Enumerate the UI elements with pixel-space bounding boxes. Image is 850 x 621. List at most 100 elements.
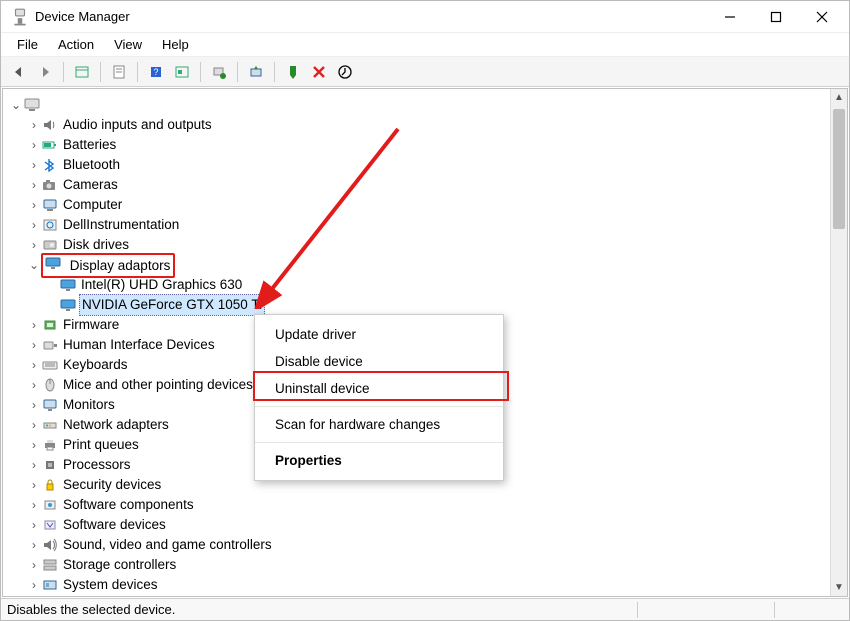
tree-category[interactable]: › Computer: [9, 195, 845, 215]
category-icon: [41, 537, 59, 553]
expand-icon[interactable]: ›: [27, 235, 41, 255]
context-uninstall-device[interactable]: Uninstall device: [255, 375, 503, 402]
expand-icon[interactable]: ›: [27, 575, 41, 595]
expand-icon[interactable]: ›: [27, 375, 41, 395]
tree-category-label: Processors: [61, 455, 133, 475]
expand-icon[interactable]: ›: [27, 435, 41, 455]
expand-icon[interactable]: ›: [27, 555, 41, 575]
expand-icon[interactable]: ›: [27, 475, 41, 495]
tree-device-label: NVIDIA GeForce GTX 1050 Ti: [79, 294, 265, 316]
expand-icon[interactable]: ›: [27, 595, 41, 597]
tree-category-label: Software components: [61, 495, 196, 515]
tree-category[interactable]: › Universal Serial Bus controllers: [9, 595, 845, 597]
tree-category-label: Bluetooth: [61, 155, 122, 175]
update-driver-button[interactable]: [244, 60, 268, 84]
tree-category-label: Display adaptors: [68, 258, 173, 273]
tree-category[interactable]: › Software components: [9, 495, 845, 515]
category-icon: [41, 377, 59, 393]
expand-icon[interactable]: ›: [27, 415, 41, 435]
maximize-button[interactable]: [753, 1, 799, 33]
back-button[interactable]: [7, 60, 31, 84]
tree-category-label: System devices: [61, 575, 160, 595]
statusbar: Disables the selected device.: [1, 598, 849, 620]
tree-category[interactable]: › Storage controllers: [9, 555, 845, 575]
vertical-scrollbar[interactable]: ▲ ▼: [830, 89, 847, 596]
expand-icon[interactable]: ›: [27, 355, 41, 375]
expand-icon[interactable]: ›: [27, 135, 41, 155]
tree-category[interactable]: › System devices: [9, 575, 845, 595]
category-icon: [44, 255, 62, 271]
app-icon: [11, 8, 29, 26]
menu-file[interactable]: File: [7, 35, 48, 54]
show-hidden-button[interactable]: [70, 60, 94, 84]
minimize-button[interactable]: [707, 1, 753, 33]
disable-device-button[interactable]: [333, 60, 357, 84]
collapse-icon[interactable]: ⌄: [27, 255, 41, 275]
tree-category[interactable]: › Cameras: [9, 175, 845, 195]
properties-button[interactable]: [107, 60, 131, 84]
scroll-thumb[interactable]: [833, 109, 845, 229]
toolbar-separator: [274, 62, 275, 82]
titlebar: Device Manager: [1, 1, 849, 33]
expand-icon[interactable]: ›: [27, 215, 41, 235]
context-separator: [255, 406, 503, 407]
expand-icon[interactable]: ›: [27, 195, 41, 215]
scroll-down-icon[interactable]: ▼: [831, 579, 847, 596]
tree-category-label: Print queues: [61, 435, 141, 455]
category-icon: [41, 197, 59, 213]
collapse-icon[interactable]: ⌄: [9, 95, 23, 115]
tree-device[interactable]: Intel(R) UHD Graphics 630: [9, 275, 845, 295]
tree-device[interactable]: NVIDIA GeForce GTX 1050 Ti: [9, 295, 845, 315]
tree-category[interactable]: › Audio inputs and outputs: [9, 115, 845, 135]
expand-icon[interactable]: ›: [27, 315, 41, 335]
tree-category-label: Software devices: [61, 515, 168, 535]
tree-device-label: Intel(R) UHD Graphics 630: [79, 275, 244, 295]
category-icon: [41, 497, 59, 513]
tree-category-label: Firmware: [61, 315, 121, 335]
category-icon: [41, 117, 59, 133]
context-update-driver[interactable]: Update driver: [255, 321, 503, 348]
scan-hardware-button[interactable]: [207, 60, 231, 84]
display-adapter-icon: [59, 297, 77, 313]
context-disable-device[interactable]: Disable device: [255, 348, 503, 375]
toolbar: ?: [1, 57, 849, 87]
category-icon: [41, 137, 59, 153]
expand-icon[interactable]: ›: [27, 535, 41, 555]
device-manager-window: Device Manager File Action View Help ?: [0, 0, 850, 621]
scroll-up-icon[interactable]: ▲: [831, 89, 847, 106]
expand-icon[interactable]: ›: [27, 115, 41, 135]
tree-category[interactable]: › Software devices: [9, 515, 845, 535]
expand-icon[interactable]: ›: [27, 335, 41, 355]
expand-icon[interactable]: ›: [27, 155, 41, 175]
tree-category[interactable]: › Batteries: [9, 135, 845, 155]
uninstall-device-button[interactable]: [307, 60, 331, 84]
menu-view[interactable]: View: [104, 35, 152, 54]
context-scan-hardware[interactable]: Scan for hardware changes: [255, 411, 503, 438]
tree-category[interactable]: › Sound, video and game controllers: [9, 535, 845, 555]
display-adapter-icon: [59, 277, 77, 293]
category-icon: [41, 337, 59, 353]
menu-help[interactable]: Help: [152, 35, 199, 54]
expand-icon[interactable]: ›: [27, 455, 41, 475]
expand-icon[interactable]: ›: [27, 495, 41, 515]
tree-root[interactable]: ⌄: [9, 95, 845, 115]
enable-device-button[interactable]: [281, 60, 305, 84]
action-button[interactable]: [170, 60, 194, 84]
tree-category-label: Audio inputs and outputs: [61, 115, 214, 135]
tree-category[interactable]: › Bluetooth: [9, 155, 845, 175]
expand-icon[interactable]: ›: [27, 515, 41, 535]
close-button[interactable]: [799, 1, 845, 33]
context-properties[interactable]: Properties: [255, 447, 503, 474]
expand-icon[interactable]: ›: [27, 395, 41, 415]
forward-button[interactable]: [33, 60, 57, 84]
category-icon: [41, 557, 59, 573]
help-button[interactable]: ?: [144, 60, 168, 84]
tree-category[interactable]: › DellInstrumentation: [9, 215, 845, 235]
tree-category[interactable]: ⌄ Display adaptors: [9, 255, 845, 275]
device-tree-panel: ⌄ › Audio inputs and outputs › Batteries…: [2, 88, 848, 597]
menu-action[interactable]: Action: [48, 35, 104, 54]
category-icon: [41, 437, 59, 453]
category-icon: [41, 477, 59, 493]
expand-icon[interactable]: ›: [27, 175, 41, 195]
svg-text:?: ?: [153, 67, 158, 77]
